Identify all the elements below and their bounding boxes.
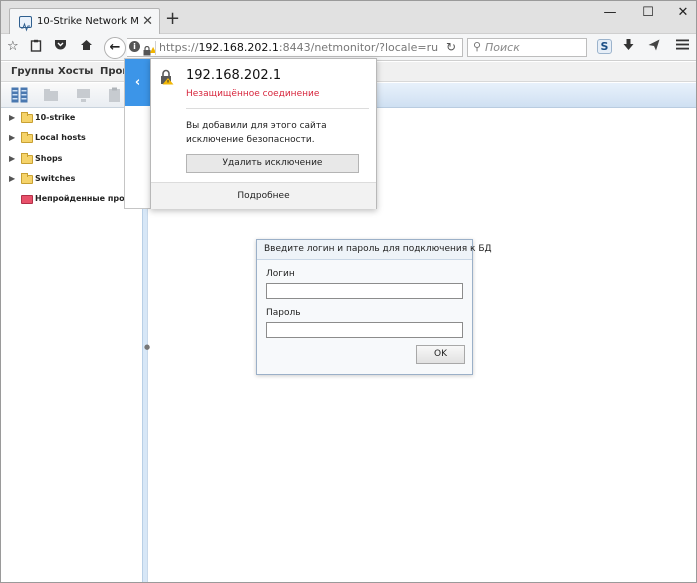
site-info-icon[interactable]: i: [129, 41, 140, 52]
groups-tree: ▶ 10-strike ▶ Local hosts ▶ Shops ▶ Swit…: [1, 108, 152, 582]
more-info-button[interactable]: Подробнее: [151, 182, 376, 209]
browser-tab[interactable]: 10-Strike Network Monito... ✕: [9, 8, 160, 35]
expand-arrow-icon[interactable]: ▶: [9, 154, 15, 163]
splitter-grip-icon[interactable]: ●: [144, 343, 150, 351]
url-bar[interactable]: i ▲ https://192.168.202.1:8443/netmonito…: [127, 38, 463, 57]
tree-item-label: Switches: [35, 174, 76, 183]
popup-side-panel: ‹: [124, 58, 150, 209]
folder-icon: [21, 153, 33, 164]
back-button[interactable]: ←: [104, 37, 126, 59]
failed-folder-icon: [21, 195, 33, 204]
minimize-icon[interactable]: —: [602, 5, 618, 20]
password-label: Пароль: [266, 308, 301, 318]
search-bar[interactable]: ⚲ Поиск: [467, 38, 587, 57]
remove-exception-button[interactable]: Удалить исключение: [186, 154, 359, 173]
tab-title: 10-Strike Network Monito...: [37, 16, 139, 27]
tab-close-icon[interactable]: ✕: [142, 14, 153, 29]
reload-icon[interactable]: ↻: [446, 40, 456, 54]
search-icon: ⚲: [473, 40, 482, 53]
db-login-dialog: Введите логин и пароль для подключения к…: [256, 239, 492, 375]
content-toolbar: [376, 83, 696, 108]
popup-message: Вы добавили для этого сайта исключение б…: [186, 121, 327, 145]
dialog-title: Введите логин и пароль для подключения к…: [257, 240, 492, 260]
clipboard-tool-icon[interactable]: [107, 87, 124, 103]
url-host: 192.168.202.1: [198, 41, 279, 54]
columns-view-icon[interactable]: [11, 87, 28, 103]
bookmark-star-icon[interactable]: ☆: [7, 39, 19, 55]
send-icon[interactable]: [648, 39, 660, 56]
popup-host: 192.168.202.1: [186, 68, 282, 83]
search-placeholder: Поиск: [485, 41, 520, 54]
tab-strip: 10-Strike Network Monito... ✕ + — ☐ ✕: [1, 1, 696, 35]
pocket-icon[interactable]: [54, 39, 67, 56]
expand-arrow-icon[interactable]: ▶: [9, 113, 15, 122]
home-icon[interactable]: [80, 39, 93, 56]
add-folder-icon[interactable]: [43, 87, 60, 103]
site-identity-popup: 192.168.202.1 Незащищённое соединение Вы…: [150, 58, 377, 209]
tree-item-label: 10-strike: [35, 113, 76, 122]
menu-groups[interactable]: Группы: [11, 66, 54, 77]
app-favicon-icon: [19, 16, 32, 32]
popup-back-button[interactable]: ‹: [125, 59, 150, 106]
menu-icon[interactable]: [676, 39, 689, 55]
login-input[interactable]: [266, 283, 463, 299]
close-window-icon[interactable]: ✕: [675, 5, 691, 20]
expand-arrow-icon[interactable]: ▶: [9, 133, 15, 142]
expand-arrow-icon[interactable]: ▶: [9, 174, 15, 183]
extension-s-icon[interactable]: S: [597, 39, 612, 54]
maximize-icon[interactable]: ☐: [640, 5, 656, 20]
login-label: Логин: [266, 269, 295, 279]
navigation-bar: ☆ ← i ▲ https://192.168.202.1:8443/netmo…: [1, 34, 696, 61]
folder-icon: [21, 173, 33, 184]
connection-state: Незащищённое соединение: [186, 89, 320, 99]
url-text[interactable]: https://192.168.202.1:8443/netmonitor/?l…: [159, 41, 438, 54]
folder-icon: [21, 132, 33, 143]
url-separator: [155, 41, 156, 55]
insecure-lock-icon: [160, 69, 174, 85]
browser-window: 10-Strike Network Monito... ✕ + — ☐ ✕ ☆ …: [0, 0, 697, 583]
folder-icon: [21, 112, 33, 123]
menu-hosts[interactable]: Хосты: [58, 66, 93, 77]
popup-divider: [186, 108, 369, 109]
new-tab-icon[interactable]: +: [165, 10, 180, 28]
clipboard-icon[interactable]: [30, 39, 42, 57]
password-input[interactable]: [266, 322, 463, 338]
tree-item-label: Local hosts: [35, 133, 86, 142]
download-icon[interactable]: [623, 39, 634, 56]
url-scheme: https://: [159, 41, 199, 54]
ok-button[interactable]: OK: [416, 345, 465, 364]
add-host-icon[interactable]: [75, 87, 92, 103]
url-path: :8443/netmonitor/?locale=ru: [278, 41, 439, 54]
tree-item-label: Shops: [35, 154, 63, 163]
